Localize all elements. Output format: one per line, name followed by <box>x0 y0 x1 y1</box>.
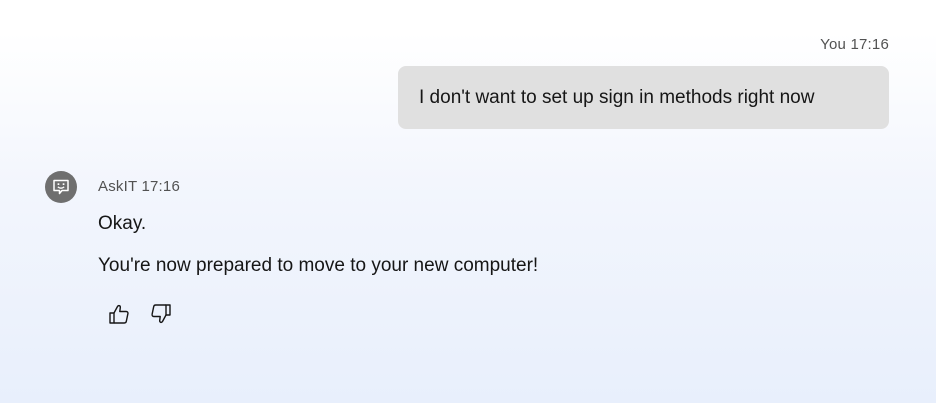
bot-message-line: You're now prepared to move to your new … <box>98 255 539 276</box>
chat-bot-icon <box>53 179 69 195</box>
user-message-bubble: I don't want to set up sign in methods r… <box>398 66 889 129</box>
user-message-meta: You 17:16 <box>820 36 889 53</box>
bot-message-line: Okay. <box>98 213 147 234</box>
chat-area: You 17:16 I don't want to set up sign in… <box>0 0 936 403</box>
user-message-time: 17:16 <box>850 36 889 53</box>
thumbs-down-icon <box>151 304 171 324</box>
bot-message-meta: AskIT 17:16 <box>98 178 180 195</box>
bot-avatar <box>45 171 77 203</box>
thumbs-up-icon <box>109 304 129 324</box>
bot-sender-name: AskIT <box>98 178 138 195</box>
user-message-text: I don't want to set up sign in methods r… <box>419 86 815 108</box>
bot-message-time: 17:16 <box>141 178 180 195</box>
thumbs-up-button[interactable] <box>105 300 133 328</box>
thumbs-down-button[interactable] <box>147 300 175 328</box>
user-sender-name: You <box>820 36 847 53</box>
